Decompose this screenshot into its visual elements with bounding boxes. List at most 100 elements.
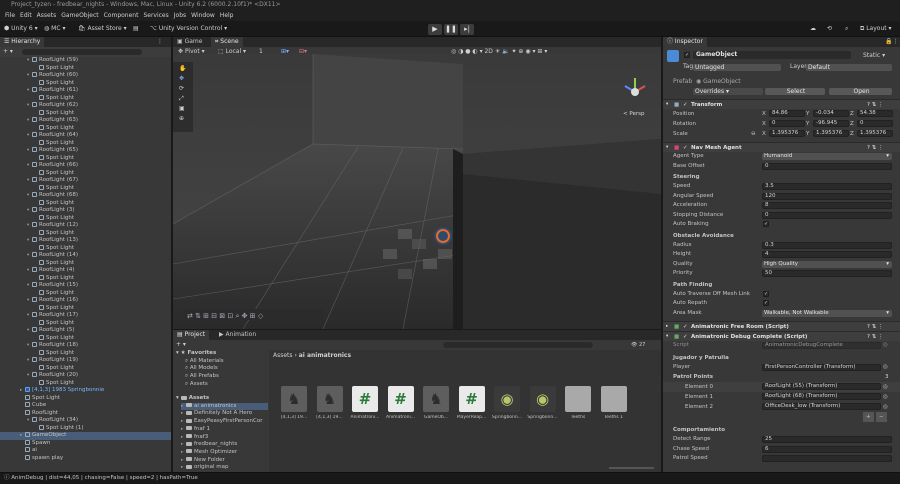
lock-icon[interactable]: 🔒⋮ <box>885 37 898 47</box>
asset-folder[interactable]: ▸ fnaf 1 <box>181 426 268 434</box>
hierarchy-row[interactable]: ▾ RoofLight (4) <box>0 267 171 275</box>
prefab-asset[interactable]: ◉ GameObject <box>696 77 741 87</box>
hierarchy-row[interactable]: ▸ [4,1,3] 1983 Springbonnie <box>0 387 171 395</box>
hierarchy-row[interactable]: ▾ RoofLight (13) <box>0 237 171 245</box>
agent-type-dropdown[interactable]: Humanoid ▾ <box>762 153 892 160</box>
hierarchy-row[interactable]: ▾ RoofLight (60) <box>0 72 171 80</box>
auto-traverse-checkbox[interactable]: ✓ <box>763 290 769 297</box>
hierarchy-row[interactable]: Spot Light (1) <box>0 424 171 433</box>
acceleration-input[interactable]: 8 <box>762 202 892 209</box>
object-picker-icon[interactable]: ◎ <box>883 382 888 392</box>
hierarchy-row[interactable]: ▾ RoofLight (67) <box>0 177 171 185</box>
asset-tile[interactable]: Teeths 1 <box>599 386 629 420</box>
step-button[interactable]: ▸| <box>460 24 474 35</box>
player-object-field[interactable]: FirstPersonController (Transform) <box>762 363 881 371</box>
hierarchy-search-input[interactable] <box>22 49 142 55</box>
transform-x-input[interactable]: 1.395376 <box>769 130 805 137</box>
hierarchy-row[interactable]: Spot Light <box>0 229 171 238</box>
auto-braking-checkbox[interactable]: ✓ <box>763 221 769 227</box>
script-field-object-field[interactable]: AnimatronicDebugComplete <box>762 342 881 349</box>
hierarchy-row[interactable]: Spot Light <box>0 379 171 388</box>
hierarchy-row[interactable]: ▾ RoofLight (3) <box>0 207 171 215</box>
object-picker-icon[interactable]: ◎ <box>883 402 888 412</box>
radius-input[interactable]: 0.3 <box>762 241 892 249</box>
asset-folder[interactable]: ▸ fnaf3 <box>181 434 268 442</box>
hierarchy-row[interactable]: ▾ RoofLight (63) <box>0 117 171 125</box>
hierarchy-row[interactable]: Spot Light <box>0 139 171 148</box>
patrol-element-field[interactable]: RoofLight (68) (Transform) <box>762 393 881 400</box>
hierarchy-row[interactable]: Spot Light <box>0 349 171 358</box>
menu-item-help[interactable]: Help <box>220 12 234 19</box>
transform-z-input[interactable]: 1.395376 <box>857 130 893 137</box>
favorite-item[interactable]: ⌕ All Prefabs <box>185 373 219 381</box>
asset-tile[interactable]: ◉ Springbonn... <box>492 386 522 420</box>
priority-input[interactable]: 50 <box>762 270 892 277</box>
hierarchy-row[interactable]: ▾ RoofLight (61) <box>0 87 171 95</box>
tab-inspector[interactable]: ⓘ Inspector <box>663 37 707 47</box>
cart-icon[interactable]: ▤ <box>133 24 139 34</box>
asset-folder[interactable]: ▸ New Folder <box>181 457 268 465</box>
stopping-distance-input[interactable]: 0 <box>762 211 892 219</box>
hierarchy-row[interactable]: ▾ RoofLight (59) <box>0 57 171 65</box>
hierarchy-row[interactable]: Spot Light <box>0 334 171 343</box>
hierarchy-row[interactable]: Spot Light <box>0 274 171 283</box>
chase-speed-input[interactable]: 6 <box>762 445 892 453</box>
hierarchy-row[interactable]: Spot Light <box>0 109 171 118</box>
scene-viewport[interactable]: ✋ ✥ ⟳ ⤢ ▣ ⊕ ⇄ ⇅ ⊞ ⊟ ⊠ ⊡ ⌕ ✥ ⊞ ◇ < Persp <box>173 54 661 329</box>
quality-dropdown[interactable]: High Quality ▾ <box>762 260 892 268</box>
tab-project[interactable]: ▤ Project <box>173 330 210 340</box>
favorite-item[interactable]: ⌕ All Materials <box>185 358 224 366</box>
active-checkbox[interactable]: ✓ <box>684 52 690 58</box>
console-status[interactable]: AnimDebug | dist=44,05 | chasing=False |… <box>11 475 198 481</box>
transform-y-input[interactable]: 1.395376 <box>813 130 849 137</box>
transform-x-input[interactable]: 0 <box>769 120 805 127</box>
favorite-item[interactable]: ⌕ Assets <box>185 381 208 389</box>
hierarchy-row[interactable]: Spot Light <box>0 319 171 328</box>
cloud-icon[interactable]: ☁ <box>810 24 816 34</box>
favorites-header[interactable]: ▾ ★ Favorites <box>176 350 216 358</box>
account-dropdown[interactable]: ⬢ Unity 6 ▾ <box>4 24 38 34</box>
version-control-button[interactable]: ⌥ Unity Version Control ▾ <box>150 24 227 34</box>
object-picker-icon[interactable]: ◎ <box>883 341 888 351</box>
hierarchy-row[interactable]: Spot Light <box>0 184 171 193</box>
asset-folder[interactable]: ▸ EasyPeasyFirstPersonCor <box>181 418 268 426</box>
asset-tile[interactable]: ♞ [4,1,3] 19... <box>279 386 309 420</box>
transform-x-input[interactable]: 84.86 <box>769 110 805 117</box>
menu-item-file[interactable]: File <box>5 12 15 19</box>
history-icon[interactable]: ⟲ <box>827 24 832 34</box>
tab-scene[interactable]: ⌗ Scene <box>211 37 243 47</box>
play-button[interactable]: ▶ <box>428 24 442 35</box>
favorite-item[interactable]: ⌕ All Models <box>185 365 218 373</box>
layout-dropdown[interactable]: ⧉ Layout ▾ <box>860 24 892 34</box>
static-toggle[interactable]: Static ▾ <box>863 51 885 61</box>
hierarchy-row[interactable]: Spot Light <box>0 124 171 133</box>
menu-item-jobs[interactable]: Jobs <box>174 12 186 19</box>
hierarchy-row[interactable]: ai <box>0 447 171 455</box>
object-picker-icon[interactable]: ◎ <box>883 392 888 402</box>
hierarchy-row[interactable]: Spot Light <box>0 94 171 103</box>
hierarchy-row[interactable]: Spot Light <box>0 169 171 178</box>
search-icon[interactable]: ⌕ <box>845 24 848 34</box>
layer-dropdown[interactable]: Default <box>806 64 892 71</box>
patrol-element-field[interactable]: RoofLight (55) (Transform) <box>762 383 881 390</box>
hierarchy-row[interactable]: Spot Light <box>0 244 171 253</box>
tab-game[interactable]: ▣ Game <box>173 37 206 47</box>
mc-dropdown[interactable]: ◍ MC ▾ <box>44 24 65 34</box>
asset-folder[interactable]: ▸ original map <box>181 464 268 472</box>
prefab-select-button[interactable]: Select <box>765 88 825 95</box>
hierarchy-row[interactable]: spawn play <box>0 454 171 463</box>
hierarchy-row[interactable]: Cube <box>0 402 171 410</box>
hierarchy-row-selected[interactable]: ▸ GameObject <box>0 432 171 440</box>
asset-tile[interactable]: # Animatroni... <box>350 386 380 420</box>
add-icon[interactable]: + ▾ <box>3 47 13 57</box>
hierarchy-row[interactable]: Spawn <box>0 439 171 448</box>
object-picker-icon[interactable]: ◎ <box>883 363 888 373</box>
tab-animation[interactable]: ▶ Animation <box>215 330 260 340</box>
menu-item-services[interactable]: Services <box>143 12 168 19</box>
link-icon[interactable]: ⊖ <box>751 129 756 139</box>
menu-item-assets[interactable]: Assets <box>37 12 57 19</box>
assets-header[interactable]: ▾ Assets <box>176 395 209 403</box>
hierarchy-row[interactable]: ▾ RoofLight (62) <box>0 102 171 110</box>
hierarchy-row[interactable]: ▾ RoofLight (66) <box>0 162 171 170</box>
project-search-input[interactable] <box>443 342 593 348</box>
